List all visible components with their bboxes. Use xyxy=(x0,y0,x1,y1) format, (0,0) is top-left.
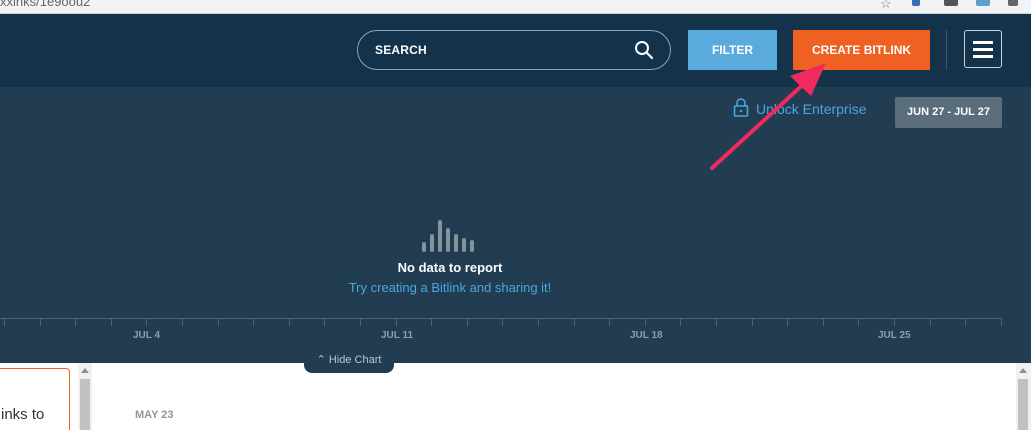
x-axis-tick xyxy=(1001,318,1002,326)
x-axis-tick-label: JUL 11 xyxy=(381,330,414,341)
browser-chrome: xxinks/1e9oou2 ☆ xyxy=(0,0,1031,14)
hide-chart-label: Hide Chart xyxy=(328,354,382,366)
x-axis-tick xyxy=(502,318,503,326)
create-bitlink-button[interactable]: CREATE BITLINK xyxy=(793,30,930,70)
search-placeholder: SEARCH xyxy=(375,43,427,57)
x-axis-tick xyxy=(4,318,5,326)
bookmark-star-icon[interactable]: ☆ xyxy=(880,0,892,12)
x-axis-tick-label: JUL 18 xyxy=(630,330,663,341)
x-axis-tick xyxy=(538,318,539,326)
search-icon[interactable] xyxy=(634,40,654,60)
x-axis-tick xyxy=(324,318,325,326)
x-axis-tick xyxy=(253,318,254,326)
x-axis-tick xyxy=(716,318,717,326)
top-navigation-bar: SEARCH FILTER CREATE BITLINK xyxy=(0,14,1031,87)
x-axis-tick xyxy=(75,318,76,326)
x-axis-tick xyxy=(858,318,859,326)
x-axis-tick xyxy=(574,318,575,326)
x-axis-tick xyxy=(431,318,432,326)
x-axis-tick xyxy=(965,318,966,326)
x-axis-tick xyxy=(396,318,397,326)
extension-icon[interactable] xyxy=(1008,0,1018,6)
card-text: inks to xyxy=(1,406,45,423)
bar-chart-icon xyxy=(420,220,480,252)
x-axis-tick xyxy=(218,318,219,326)
no-data-title: No data to report xyxy=(397,260,503,275)
x-axis-tick xyxy=(360,318,361,326)
x-axis-tick-label: JUL 25 xyxy=(878,330,911,341)
scroll-up-icon[interactable] xyxy=(1019,368,1027,373)
filter-button[interactable]: FILTER xyxy=(688,30,777,70)
x-axis-tick xyxy=(752,318,753,326)
x-axis-tick xyxy=(111,318,112,326)
x-axis-tick xyxy=(609,318,610,326)
scrollbar-thumb[interactable] xyxy=(80,379,90,430)
x-axis-tick-label: JUL 4 xyxy=(133,330,161,341)
click-chart-panel: Unlock Enterprise JUN 27 - JUL 27 No dat… xyxy=(0,87,1031,363)
bitlinks-list-area: inks to MAY 23 xyxy=(0,363,1031,430)
date-heading: MAY 23 xyxy=(135,409,174,421)
selected-link-card[interactable]: inks to xyxy=(0,368,70,430)
x-axis-tick xyxy=(894,318,895,326)
x-axis xyxy=(0,318,1002,319)
x-axis-tick xyxy=(787,318,788,326)
extension-icon[interactable] xyxy=(912,0,920,6)
extension-icon[interactable] xyxy=(976,0,990,6)
scrollbar-thumb[interactable] xyxy=(1018,379,1028,430)
hide-chart-toggle[interactable]: ⌃ Hide Chart xyxy=(304,351,394,373)
x-axis-tick xyxy=(289,318,290,326)
x-axis-tick xyxy=(645,318,646,326)
date-range-selector[interactable]: JUN 27 - JUL 27 xyxy=(895,97,1002,128)
x-axis-tick xyxy=(40,318,41,326)
x-axis-tick xyxy=(823,318,824,326)
hamburger-menu-icon[interactable] xyxy=(964,30,1002,68)
address-bar-url[interactable]: xxinks/1e9oou2 xyxy=(0,0,90,9)
extension-icon[interactable] xyxy=(944,0,958,6)
scroll-up-icon[interactable] xyxy=(81,368,89,373)
x-axis-tick xyxy=(680,318,681,326)
page-scrollbar[interactable] xyxy=(1016,363,1031,430)
x-axis-tick xyxy=(182,318,183,326)
unlock-enterprise-label: Unlock Enterprise xyxy=(756,101,867,117)
x-axis-tick xyxy=(930,318,931,326)
header-divider xyxy=(946,30,947,70)
chevron-up-icon: ⌃ xyxy=(316,354,326,366)
lock-icon xyxy=(733,98,749,117)
x-axis-tick xyxy=(146,318,147,326)
x-axis-tick xyxy=(467,318,468,326)
create-bitlink-hint-link[interactable]: Try creating a Bitlink and sharing it! xyxy=(0,280,900,295)
search-input[interactable]: SEARCH xyxy=(357,30,671,70)
list-scrollbar[interactable] xyxy=(78,363,92,430)
